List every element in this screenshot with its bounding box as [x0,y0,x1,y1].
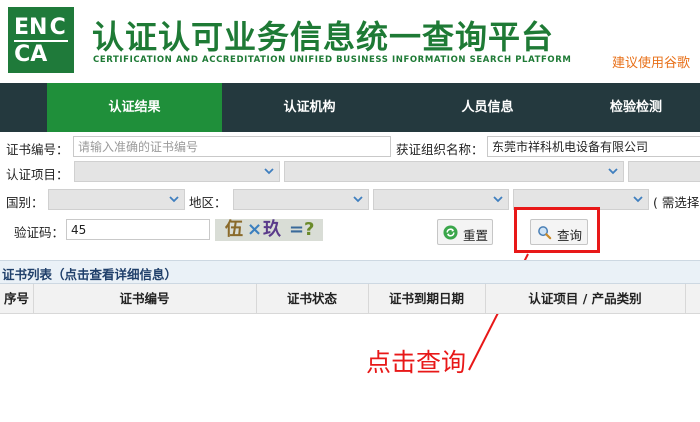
reset-button[interactable]: 重置 [437,219,493,245]
org-name-input[interactable] [487,136,700,157]
logo-letter: C [49,15,66,40]
country-select[interactable] [48,189,185,210]
cert-no-input[interactable] [73,136,391,157]
browser-tip: 建议使用谷歌 [612,56,691,71]
captcha-image[interactable]: 伍 × 玖 = ? [215,219,323,241]
tab-cert-results[interactable]: 认证结果 [47,83,222,132]
chevron-down-icon [493,196,503,203]
chevron-down-icon [353,196,363,203]
chevron-down-icon [264,168,274,175]
captcha-char: 伍 [225,219,243,240]
site-title: 认证认可业务信息统一查询平台 [92,18,555,56]
cert-list-title: 证书列表（点击查看详细信息） [2,267,178,282]
main-nav: 认证结果 认证机构 人员信息 检验检测 [0,83,700,132]
annotation-highlight-box [514,207,600,253]
logo-letter: EN [14,15,48,40]
column-header-project: 认证项目 / 产品类别 [485,284,686,314]
captcha-label: 验证码： [14,225,65,240]
chevron-down-icon [608,168,618,175]
captcha-char: × [247,219,263,240]
header: EN C CA ​ 认证认可业务信息统一查询平台 CERTIFICATION A… [0,0,700,83]
tab-inspection[interactable]: 检验检测 [610,83,700,132]
country-label: 国别： [6,195,44,210]
cert-project-label: 认证项目： [6,167,69,182]
cert-project-select-3[interactable] [628,161,700,182]
column-header-cert-no: 证书编号 [33,284,257,314]
region-select-2[interactable] [373,189,509,210]
captcha-char: 玖 [263,219,281,240]
site-subtitle: CERTIFICATION AND ACCREDITATION UNIFIED … [93,55,572,65]
annotation-text: 点击查询 [366,348,467,377]
need-select-note: ( 需选择 [653,195,700,210]
cert-list-header: 证书列表（点击查看详细信息） [0,260,700,284]
region-select-1[interactable] [233,189,369,210]
chevron-down-icon [633,196,643,203]
tab-cert-bodies[interactable]: 认证机构 [222,83,397,132]
column-header-index: 序号 [0,284,34,314]
logo-letter: ​ [47,40,68,67]
tab-personnel[interactable]: 人员信息 [400,83,575,132]
cert-project-select-1[interactable] [74,161,280,182]
logo-letter: CA [14,40,48,67]
captcha-input[interactable] [66,219,210,240]
column-header-expiry: 证书到期日期 [368,284,486,314]
table-header-row: 序号 证书编号 证书状态 证书到期日期 认证项目 / 产品类别 [0,284,700,314]
reset-button-label: 重置 [463,228,489,243]
chevron-down-icon [169,196,179,203]
refresh-icon [443,225,458,240]
captcha-char: ? [304,219,315,240]
org-name-label: 获证组织名称： [396,142,484,157]
captcha-char: = [289,219,305,240]
cert-no-label: 证书编号： [6,142,69,157]
cert-project-select-2[interactable] [284,161,624,182]
cnca-logo: EN C CA ​ [8,7,74,73]
column-header-status: 证书状态 [256,284,369,314]
region-label: 地区： [189,195,227,210]
